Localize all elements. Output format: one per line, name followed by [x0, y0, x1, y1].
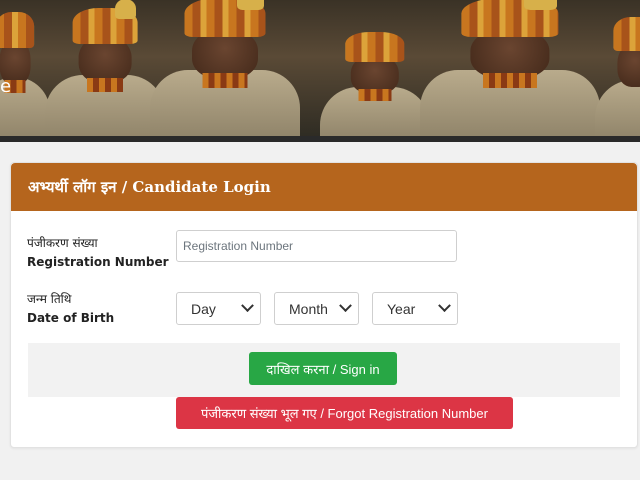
soldier-figure: [150, 0, 300, 142]
month-select-value: Month: [289, 300, 328, 317]
header-banner-photo: e: [0, 0, 640, 142]
registration-number-input[interactable]: [176, 230, 457, 262]
sign-in-button[interactable]: दाखिल करना / Sign in: [249, 352, 397, 385]
candidate-login-card: अभ्यर्थी लॉग इन / Candidate Login पंजीकर…: [10, 162, 638, 448]
soldier-figure: [0, 7, 50, 142]
dob-label-hindi: जन्म तिथि: [27, 292, 72, 306]
chevron-down-icon: [339, 299, 352, 313]
chevron-down-icon: [241, 299, 254, 313]
registration-label-hindi: पंजीकरण संख्या: [27, 236, 98, 250]
chevron-down-icon: [438, 299, 451, 313]
forgot-registration-button[interactable]: पंजीकरण संख्या भूल गए / Forgot Registrat…: [176, 397, 513, 429]
year-select[interactable]: Year: [372, 292, 458, 325]
registration-label: पंजीकरण संख्या Registration Number: [27, 234, 169, 272]
card-title: अभ्यर्थी लॉग इन / Candidate Login: [28, 178, 271, 196]
soldier-figure: [320, 27, 430, 142]
soldier-figure: [45, 0, 165, 142]
registration-label-english: Registration Number: [27, 255, 169, 269]
dob-label-english: Date of Birth: [27, 311, 115, 325]
soldier-figure: [595, 12, 640, 142]
soldier-figure: [420, 0, 600, 142]
day-select-value: Day: [191, 300, 216, 317]
day-select[interactable]: Day: [176, 292, 261, 325]
year-select-value: Year: [387, 300, 416, 317]
month-select[interactable]: Month: [274, 292, 359, 325]
banner-edge-text: e: [0, 76, 12, 97]
dob-label: जन्म तिथि Date of Birth: [27, 290, 114, 328]
card-header: अभ्यर्थी लॉग इन / Candidate Login: [11, 163, 637, 211]
